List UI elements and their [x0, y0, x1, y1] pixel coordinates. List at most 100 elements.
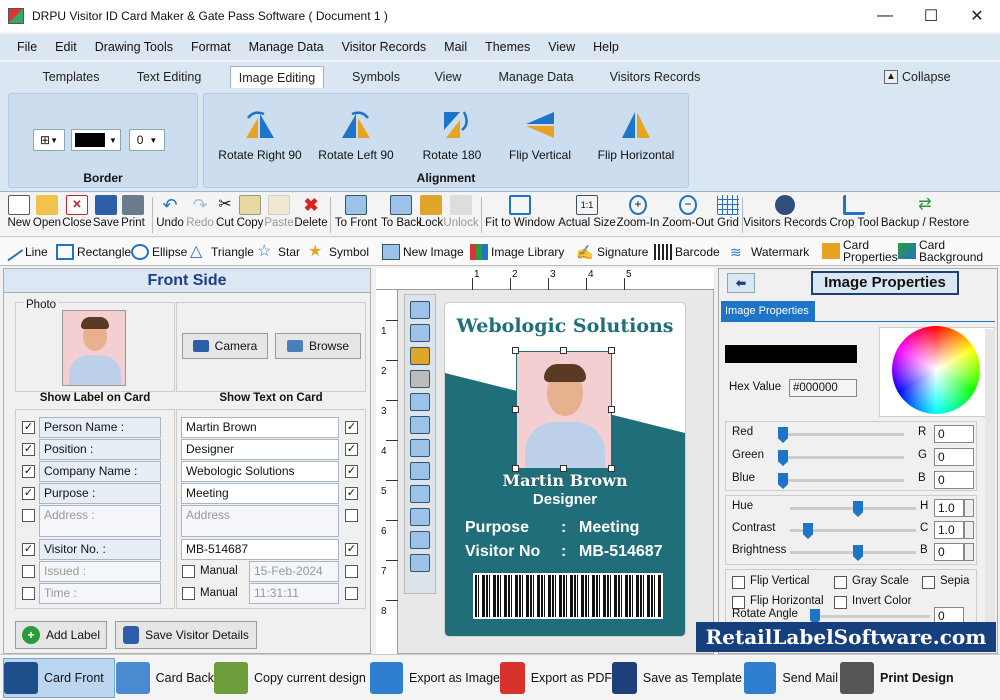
- card-properties-tool[interactable]: Card Properties: [822, 238, 898, 264]
- card-visitor-value[interactable]: MB-514687: [579, 543, 663, 561]
- value-field[interactable]: Address: [181, 505, 339, 537]
- label-field[interactable]: Time :: [39, 583, 161, 604]
- show-label-checkbox[interactable]: ✓: [22, 421, 35, 434]
- show-label-checkbox[interactable]: [22, 509, 35, 522]
- cut-button[interactable]: ✂ Cut: [213, 195, 237, 235]
- selection-handle[interactable]: [560, 347, 567, 354]
- redo-button[interactable]: ↷ Redo: [185, 195, 215, 235]
- adjust-slider-thumb[interactable]: [853, 545, 863, 561]
- zoom-in-button[interactable]: + Zoom-In: [616, 195, 660, 235]
- show-label-checkbox[interactable]: ✓: [22, 487, 35, 500]
- signature-tool[interactable]: ✍ Signature: [576, 242, 648, 262]
- selection-handle[interactable]: [608, 347, 615, 354]
- card-photo[interactable]: [516, 351, 612, 469]
- option-checkbox[interactable]: [732, 576, 745, 589]
- channel-value-field[interactable]: 0: [934, 448, 974, 466]
- fit-to-window-button[interactable]: Fit to Window: [482, 195, 558, 235]
- menu-visitor-records[interactable]: Visitor Records: [342, 40, 427, 54]
- value-field[interactable]: MB-514687: [181, 539, 339, 560]
- close-button[interactable]: ✕: [954, 0, 1000, 32]
- to-back-button[interactable]: To Back: [381, 195, 422, 235]
- spinner-icon[interactable]: [964, 499, 974, 517]
- back-arrow-button[interactable]: ⬅: [727, 273, 755, 293]
- selection-handle[interactable]: [560, 465, 567, 472]
- show-label-checkbox[interactable]: ✓: [22, 543, 35, 556]
- crop-tool-button[interactable]: Crop Tool: [827, 195, 881, 235]
- fit-icon[interactable]: [410, 531, 430, 549]
- label-field[interactable]: Company Name :: [39, 461, 161, 482]
- backup-restore-button[interactable]: ⇄ Backup / Restore: [880, 195, 970, 235]
- adjust-value-field[interactable]: 1.0: [934, 499, 964, 517]
- show-label-checkbox[interactable]: ✓: [22, 465, 35, 478]
- adjust-value-field[interactable]: 1.0: [934, 521, 964, 539]
- visitors-records-button[interactable]: Visitors Records: [743, 195, 827, 235]
- card-company[interactable]: Webologic Solutions: [445, 315, 685, 337]
- actual-size-button[interactable]: 1:1 Actual Size: [558, 195, 616, 235]
- export-image-button[interactable]: Export as Image: [370, 658, 500, 698]
- to-front-button[interactable]: To Front: [331, 195, 381, 235]
- label-field[interactable]: Visitor No. :: [39, 539, 161, 560]
- manual-checkbox[interactable]: [182, 587, 195, 600]
- selection-handle[interactable]: [608, 465, 615, 472]
- browse-button[interactable]: Browse: [275, 333, 361, 359]
- card-front-button[interactable]: Card Front: [3, 658, 115, 698]
- value-field[interactable]: 15-Feb-2024: [249, 561, 339, 582]
- selection-handle[interactable]: [512, 347, 519, 354]
- tab-symbols[interactable]: Symbols: [344, 66, 408, 88]
- watermark-tool[interactable]: ≋ Watermark: [730, 242, 809, 262]
- value-field[interactable]: Designer: [181, 439, 339, 460]
- person-photo[interactable]: [62, 310, 126, 386]
- open-button[interactable]: Open: [32, 195, 62, 235]
- show-text-checkbox[interactable]: ✓: [345, 543, 358, 556]
- show-text-checkbox[interactable]: [345, 587, 358, 600]
- close-doc-button[interactable]: ✕ Close: [62, 195, 92, 235]
- align-top-icon[interactable]: [410, 439, 430, 457]
- add-label-button[interactable]: + Add Label: [15, 621, 107, 649]
- card-purpose-value[interactable]: Meeting: [579, 519, 639, 537]
- border-color-dropdown[interactable]: ▼: [71, 129, 121, 151]
- label-field[interactable]: Person Name :: [39, 417, 161, 438]
- label-field[interactable]: Purpose :: [39, 483, 161, 504]
- align-right-icon[interactable]: [410, 416, 430, 434]
- undo-button[interactable]: ↶ Undo: [154, 195, 186, 235]
- show-text-checkbox[interactable]: [345, 509, 358, 522]
- value-field[interactable]: Meeting: [181, 483, 339, 504]
- align-left-icon[interactable]: [410, 393, 430, 411]
- menu-drawing-tools[interactable]: Drawing Tools: [95, 40, 173, 54]
- menu-file[interactable]: File: [17, 40, 37, 54]
- tab-view[interactable]: View: [426, 66, 470, 88]
- align-middle-icon[interactable]: [410, 508, 430, 526]
- symbol-tool[interactable]: ★ Symbol: [308, 242, 369, 262]
- align-center-icon[interactable]: [410, 485, 430, 503]
- menu-mail[interactable]: Mail: [444, 40, 467, 54]
- paste-button[interactable]: Paste: [264, 195, 294, 235]
- option-checkbox[interactable]: [922, 576, 935, 589]
- label-field[interactable]: Issued :: [39, 561, 161, 582]
- card-back-button[interactable]: Card Back: [116, 658, 214, 698]
- maximize-button[interactable]: ☐: [908, 0, 954, 32]
- adjust-slider-thumb[interactable]: [803, 523, 813, 539]
- selection-handle[interactable]: [512, 406, 519, 413]
- camera-button[interactable]: Camera: [182, 333, 268, 359]
- flip-horizontal-button[interactable]: Flip Horizontal: [588, 108, 684, 168]
- tab-manage-data[interactable]: Manage Data: [490, 66, 582, 88]
- border-style-dropdown[interactable]: ⊞ ▼: [33, 129, 65, 151]
- align-bottom-icon[interactable]: [410, 462, 430, 480]
- selection-handle[interactable]: [512, 465, 519, 472]
- show-text-checkbox[interactable]: ✓: [345, 443, 358, 456]
- zoom-out-button[interactable]: − Zoom-Out: [660, 195, 716, 235]
- card-position[interactable]: Designer: [445, 491, 685, 508]
- menu-view[interactable]: View: [548, 40, 575, 54]
- lock-button[interactable]: Lock: [418, 195, 444, 235]
- show-text-checkbox[interactable]: ✓: [345, 487, 358, 500]
- menu-edit[interactable]: Edit: [55, 40, 77, 54]
- label-field[interactable]: Position :: [39, 439, 161, 460]
- new-image-tool[interactable]: New Image: [382, 242, 464, 262]
- tab-image-editing[interactable]: Image Editing: [230, 66, 324, 88]
- adjust-value-field[interactable]: 0: [934, 543, 964, 561]
- line-tool[interactable]: Line: [2, 242, 48, 262]
- value-field[interactable]: Martin Brown: [181, 417, 339, 438]
- zoom-icon[interactable]: [410, 554, 430, 572]
- panel-scrollbar[interactable]: [985, 329, 995, 649]
- copy-design-button[interactable]: Copy current design: [214, 658, 366, 698]
